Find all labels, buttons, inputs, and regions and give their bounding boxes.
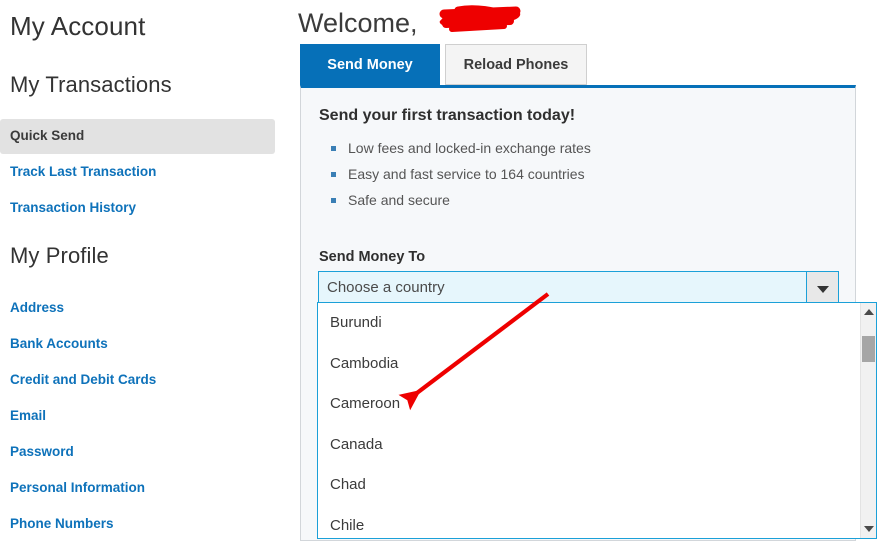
sidebar: My Account My Transactions Quick Send Tr… <box>0 0 290 543</box>
sidebar-item-credit-and-debit-cards[interactable]: Credit and Debit Cards <box>10 372 156 387</box>
benefit-item: Easy and fast service to 164 countries <box>331 166 585 182</box>
sidebar-item-address[interactable]: Address <box>10 300 64 315</box>
caret-down-icon <box>817 286 829 293</box>
page-title: My Account <box>10 11 146 41</box>
sidebar-item-label: Quick Send <box>10 128 85 143</box>
benefit-item: Low fees and locked-in exchange rates <box>331 140 591 156</box>
country-option[interactable]: Burundi <box>318 303 861 344</box>
redaction-mark <box>439 5 521 32</box>
sidebar-item-transaction-history[interactable]: Transaction History <box>10 200 136 215</box>
bullet-square-icon <box>331 197 336 203</box>
scroll-up-arrow-icon[interactable] <box>864 309 874 315</box>
country-search-input[interactable] <box>318 271 807 304</box>
country-combobox[interactable] <box>318 271 839 304</box>
tab-reload-phones[interactable]: Reload Phones <box>445 44 587 85</box>
country-option[interactable]: Cambodia <box>318 344 861 385</box>
benefit-text: Low fees and locked-in exchange rates <box>348 140 591 156</box>
scroll-down-arrow-icon[interactable] <box>864 526 874 532</box>
tab-label: Send Money <box>327 57 413 73</box>
bullet-square-icon <box>331 171 336 177</box>
scrollbar-thumb[interactable] <box>862 336 875 362</box>
bullet-square-icon <box>331 145 336 151</box>
country-option-list: Burundi Cambodia Cameroon Canada Chad Ch… <box>318 303 861 538</box>
sidebar-item-email[interactable]: Email <box>10 408 46 423</box>
country-option[interactable]: Chile <box>318 506 861 539</box>
country-dropdown-list[interactable]: Burundi Cambodia Cameroon Canada Chad Ch… <box>317 302 877 539</box>
benefit-item: Safe and secure <box>331 192 450 208</box>
main-content: Welcome, Send Money Reload Phones Send y… <box>298 0 882 543</box>
country-option[interactable]: Cameroon <box>318 384 861 425</box>
sidebar-item-phone-numbers[interactable]: Phone Numbers <box>10 516 114 531</box>
panel-heading: Send your first transaction today! <box>319 107 576 124</box>
sidebar-item-quick-send[interactable]: Quick Send <box>0 119 275 154</box>
sidebar-item-bank-accounts[interactable]: Bank Accounts <box>10 336 108 351</box>
sidebar-item-password[interactable]: Password <box>10 444 74 459</box>
benefit-text: Safe and secure <box>348 192 450 208</box>
tab-label: Reload Phones <box>463 57 569 73</box>
send-money-to-label: Send Money To <box>319 249 426 265</box>
country-option[interactable]: Chad <box>318 465 861 506</box>
country-option[interactable]: Canada <box>318 425 861 466</box>
country-dropdown-toggle-button[interactable] <box>807 271 839 304</box>
tab-send-money[interactable]: Send Money <box>300 44 440 85</box>
welcome-heading: Welcome, <box>298 8 418 38</box>
sidebar-item-personal-information[interactable]: Personal Information <box>10 480 145 495</box>
sidebar-item-track-last-transaction[interactable]: Track Last Transaction <box>10 164 156 179</box>
sidebar-section-transactions: My Transactions <box>10 72 172 97</box>
dropdown-scrollbar[interactable] <box>860 303 876 538</box>
sidebar-section-profile: My Profile <box>10 243 109 268</box>
benefit-text: Easy and fast service to 164 countries <box>348 166 585 182</box>
